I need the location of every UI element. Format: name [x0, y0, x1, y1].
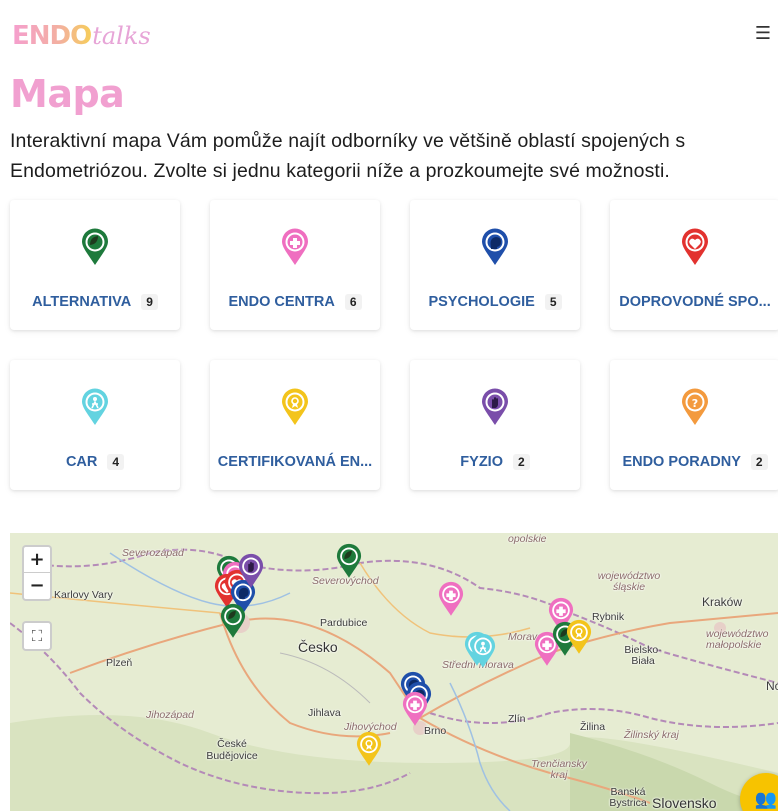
- map-label-malopolskie: województwo małopolskie: [706, 628, 769, 651]
- page-title: Mapa: [10, 72, 125, 116]
- map-label-bielsko-biala: Bielsko-Biała: [624, 644, 662, 667]
- category-label: CAR: [65, 454, 98, 470]
- map-label-karlovy-vary: Karlovy Vary: [54, 589, 113, 601]
- fullscreen-icon[interactable]: ⛶: [22, 621, 52, 651]
- category-card-psychologie[interactable]: PSYCHOLOGIE 5: [410, 200, 580, 330]
- category-count-badge: 2: [750, 454, 768, 470]
- category-label-row: ENDO PORADNY 2: [610, 454, 778, 470]
- category-label: ENDO PORADNY: [622, 454, 741, 470]
- category-count-badge: 2: [513, 454, 530, 470]
- map-marker-plus[interactable]: [438, 581, 464, 617]
- endotalks-logo[interactable]: ENDO talks: [12, 20, 151, 52]
- category-label-row: DOPROVODNÉ SPO...: [610, 294, 778, 310]
- category-label: ENDO CENTRA: [228, 294, 335, 310]
- hamburger-menu-icon[interactable]: ☰: [754, 24, 772, 44]
- map-label-zilina: Žilina: [580, 721, 606, 733]
- category-label: ALTERNATIVA: [32, 294, 132, 310]
- zoom-out-button[interactable]: −: [24, 573, 50, 599]
- zoom-control: + −: [22, 545, 52, 601]
- category-count-badge: 4: [107, 454, 125, 470]
- category-label-row: ALTERNATIVA 9: [10, 294, 180, 310]
- leaf-pin-icon: [81, 228, 109, 266]
- zoom-in-button[interactable]: +: [24, 547, 50, 573]
- category-card-fyzio[interactable]: FYZIO 2: [410, 360, 580, 490]
- category-card-alternativa[interactable]: ALTERNATIVA 9: [10, 200, 180, 330]
- logo-text-talks: talks: [92, 22, 151, 50]
- map-marker-leaf[interactable]: [220, 603, 246, 639]
- map-label-jihozapad: Jihozápad: [146, 709, 194, 721]
- map-marker-award[interactable]: [566, 619, 592, 655]
- question-pin-icon: ?: [681, 388, 709, 426]
- interactive-map[interactable]: Severozápad Karlovy Vary Severovýchod Pa…: [10, 533, 778, 811]
- map-label-trenciansky-kraj: Trenčiansky kraj: [531, 758, 587, 781]
- person-pin-icon: [81, 388, 109, 426]
- category-count-badge: 6: [344, 294, 362, 310]
- intro-text: Interaktivní mapa Vám pomůže najít odbor…: [10, 130, 686, 182]
- map-label-cesko: Česko: [298, 639, 338, 655]
- category-label: FYZIO: [460, 454, 503, 470]
- map-marker-award[interactable]: [356, 731, 382, 767]
- map-label-banska-bystrica: Banská Bystrica: [609, 786, 647, 809]
- category-label: CERTIFIKOVANÁ EN...: [217, 454, 373, 470]
- category-label: PSYCHOLOGIE: [428, 294, 535, 310]
- map-label-zilinsky-kraj: Žilinský kraj: [624, 729, 679, 741]
- map-marker-person[interactable]: [470, 633, 496, 669]
- category-card-endo-centra[interactable]: ENDO CENTRA 6: [210, 200, 380, 330]
- map-label-pardubice: Pardubice: [320, 617, 368, 629]
- heart-pin-icon: [681, 228, 709, 266]
- map-label-jihlava: Jihlava: [308, 707, 341, 719]
- award-pin-icon: [281, 388, 309, 426]
- map-label-krakow: Kraków: [702, 595, 743, 609]
- plus-pin-icon: [281, 228, 309, 266]
- category-label-row: FYZIO 2: [410, 454, 580, 470]
- category-label-row: CAR 4: [10, 454, 180, 470]
- map-label-edge: Nc: [766, 679, 778, 693]
- head-pin-icon: [481, 228, 509, 266]
- map-label-slovensko: Slovensko: [652, 795, 717, 811]
- category-card-doprovodn-spo[interactable]: DOPROVODNÉ SPO...: [610, 200, 778, 330]
- category-label: DOPROVODNÉ SPO...: [619, 294, 771, 310]
- map-label-severozapad: Severozápad: [122, 547, 184, 559]
- category-label-row: CERTIFIKOVANÁ EN...: [210, 454, 380, 470]
- map-label-zlin: Zlín: [508, 713, 526, 725]
- map-label-ceske-budejovice: České Budějovice: [206, 738, 258, 762]
- map-marker-hand[interactable]: [238, 553, 264, 589]
- hand-pin-icon: [481, 388, 509, 426]
- category-card-endo-poradny[interactable]: ? ENDO PORADNY 2: [610, 360, 778, 490]
- svg-text:?: ?: [692, 397, 698, 410]
- category-count-badge: 9: [141, 294, 158, 310]
- map-marker-leaf[interactable]: [336, 543, 362, 579]
- category-label-row: ENDO CENTRA 6: [210, 294, 380, 310]
- category-count-badge: 5: [544, 294, 562, 310]
- map-marker-plus[interactable]: [402, 691, 428, 727]
- category-card-car[interactable]: CAR 4: [10, 360, 180, 490]
- map-label-rybnik: Rybnik: [592, 611, 625, 623]
- map-label-slaskie: województwo śląskie: [597, 570, 661, 593]
- map-label-plzen: Plzeň: [106, 657, 133, 669]
- logo-text-endo: ENDO: [12, 21, 92, 51]
- category-label-row: PSYCHOLOGIE 5: [410, 294, 580, 310]
- map-label-opolskie: opolskie: [508, 533, 547, 545]
- category-card-certifikovan-en[interactable]: CERTIFIKOVANÁ EN...: [210, 360, 380, 490]
